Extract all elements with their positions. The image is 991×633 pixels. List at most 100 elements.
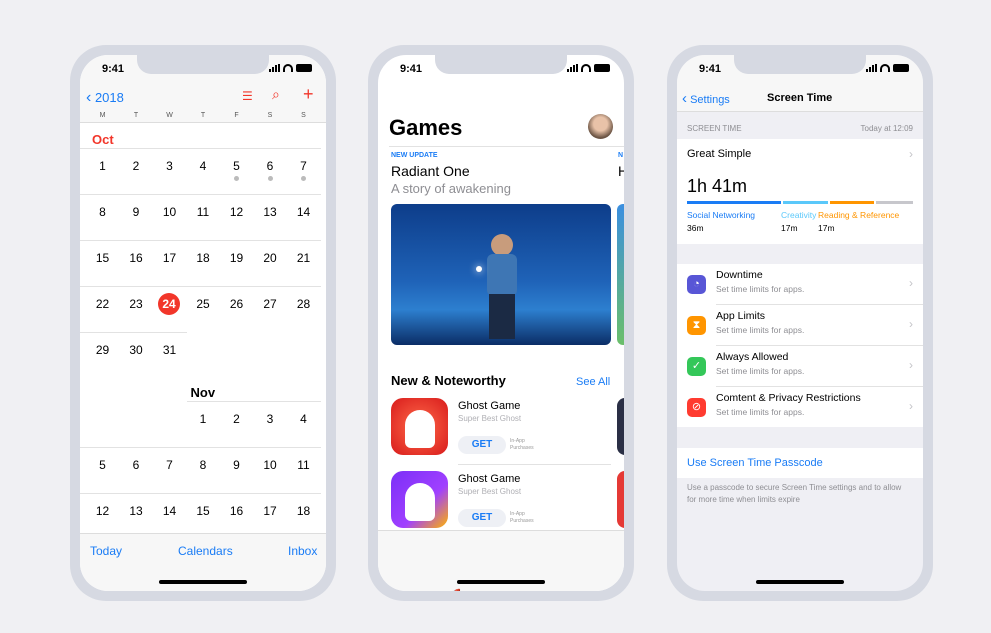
search-icon[interactable]: ⌕ bbox=[272, 86, 280, 103]
day-cell[interactable]: 8 bbox=[86, 205, 119, 219]
day-cell[interactable]: 5 bbox=[220, 159, 253, 173]
day-cell[interactable]: 11 bbox=[187, 205, 220, 219]
item-subtitle: Set time limits for apps. bbox=[716, 325, 805, 335]
list-view-icon[interactable]: ☰ bbox=[242, 89, 253, 103]
appstore-screen: 9:41 Games NEW UPDATE Radiant One A stor… bbox=[378, 55, 624, 591]
weekday-label: T bbox=[200, 112, 206, 119]
home-indicator[interactable] bbox=[159, 580, 247, 584]
passcode-link[interactable]: Use Screen Time Passcode bbox=[687, 457, 823, 469]
day-cell[interactable]: 29 bbox=[86, 343, 119, 357]
see-all-link[interactable]: See All bbox=[576, 376, 610, 388]
hourglass-icon: ⧗ bbox=[687, 316, 706, 335]
day-cell[interactable]: 14 bbox=[153, 504, 186, 518]
day-cell[interactable]: 15 bbox=[187, 504, 220, 518]
day-cell[interactable]: 13 bbox=[254, 205, 287, 219]
day-cell[interactable]: 25 bbox=[187, 297, 220, 311]
day-cell[interactable]: 27 bbox=[254, 297, 287, 311]
page-title: Games bbox=[389, 115, 463, 140]
settings-item[interactable]: ◔ Downtime Set time limits for apps. › bbox=[677, 264, 923, 305]
day-cell[interactable]: 13 bbox=[120, 504, 153, 518]
day-cell[interactable]: 18 bbox=[287, 504, 320, 518]
day-cell[interactable]: 10 bbox=[153, 205, 186, 219]
item-subtitle: Set time limits for apps. bbox=[716, 366, 805, 376]
inbox-button[interactable]: Inbox bbox=[288, 544, 317, 558]
weekday-label: S bbox=[267, 112, 273, 119]
passcode-row[interactable]: Use Screen Time Passcode bbox=[677, 448, 923, 478]
add-icon[interactable]: + bbox=[303, 84, 314, 105]
day-cell[interactable]: 2 bbox=[120, 159, 153, 173]
day-cell[interactable]: 19 bbox=[220, 251, 253, 265]
day-cell[interactable]: 24 bbox=[158, 293, 180, 315]
calendars-button[interactable]: Calendars bbox=[178, 544, 233, 558]
tab-today[interactable]: ▯Today bbox=[383, 589, 423, 591]
settings-item[interactable]: ⊘ Comtent & Privacy Restrictions Set time … bbox=[677, 387, 923, 428]
settings-item[interactable]: ⧗ App Limits Set time limits for apps. › bbox=[677, 305, 923, 346]
day-cell[interactable]: 17 bbox=[254, 504, 287, 518]
day-cell[interactable]: 18 bbox=[187, 251, 220, 265]
day-cell[interactable]: 9 bbox=[120, 205, 153, 219]
day-cell[interactable]: 28 bbox=[287, 297, 320, 311]
feature-artwork[interactable] bbox=[391, 204, 611, 345]
home-indicator[interactable] bbox=[756, 580, 844, 584]
day-cell[interactable]: 30 bbox=[120, 343, 153, 357]
day-cell[interactable]: 23 bbox=[120, 297, 153, 311]
day-cell[interactable]: 26 bbox=[220, 297, 253, 311]
signal-icon bbox=[567, 64, 578, 72]
week-divider bbox=[80, 240, 321, 241]
day-cell[interactable]: 7 bbox=[153, 458, 186, 472]
app-icon[interactable] bbox=[391, 398, 448, 455]
peek-app-icon bbox=[617, 471, 624, 528]
day-cell[interactable]: 12 bbox=[220, 205, 253, 219]
day-cell[interactable]: 14 bbox=[287, 205, 320, 219]
day-cell[interactable]: 16 bbox=[220, 504, 253, 518]
today-button[interactable]: Today bbox=[90, 544, 122, 558]
day-cell[interactable]: 4 bbox=[187, 159, 220, 173]
in-app-note: Purchases bbox=[510, 445, 534, 451]
day-cell[interactable]: 7 bbox=[287, 159, 320, 173]
get-button[interactable]: GET bbox=[458, 509, 506, 527]
avatar[interactable] bbox=[588, 114, 613, 139]
home-indicator[interactable] bbox=[457, 580, 545, 584]
day-cell[interactable]: 10 bbox=[254, 458, 287, 472]
day-cell[interactable]: 16 bbox=[120, 251, 153, 265]
day-cell[interactable]: 21 bbox=[287, 251, 320, 265]
device-name: Great Simple bbox=[687, 148, 752, 160]
day-cell[interactable]: 6 bbox=[254, 159, 287, 173]
get-button[interactable]: GET bbox=[458, 436, 506, 454]
day-cell[interactable]: 2 bbox=[220, 412, 253, 426]
divider bbox=[389, 146, 624, 147]
next-feature-artwork[interactable] bbox=[617, 204, 624, 345]
calendar-screen: 9:41 ‹ 2018 ☰ ⌕ + MTWTFSS Oct 1 2 3 4 5 6 7 8 9 10… bbox=[80, 55, 326, 591]
day-cell[interactable]: 31 bbox=[153, 343, 186, 357]
day-cell[interactable]: 6 bbox=[120, 458, 153, 472]
tab-apps[interactable]: ≋Apps bbox=[481, 589, 521, 591]
day-cell[interactable]: 17 bbox=[153, 251, 186, 265]
day-cell[interactable]: 3 bbox=[153, 159, 186, 173]
chevron-right-icon: › bbox=[909, 147, 913, 161]
day-cell[interactable]: 1 bbox=[187, 412, 220, 426]
day-cell[interactable]: 9 bbox=[220, 458, 253, 472]
back-button[interactable]: ‹ 2018 bbox=[86, 89, 124, 107]
usage-card[interactable]: Great Simple › 1h 41m Social Networking 3… bbox=[677, 139, 923, 244]
day-cell[interactable]: 3 bbox=[254, 412, 287, 426]
day-cell[interactable]: 8 bbox=[187, 458, 220, 472]
settings-item[interactable]: ✓ Always Allowed Set time limits for apps.… bbox=[677, 346, 923, 387]
back-button[interactable]: ‹ Settings bbox=[682, 90, 730, 107]
tab-updates[interactable]: ⇩Updates bbox=[530, 589, 570, 591]
in-app-note: Purchases bbox=[510, 518, 534, 524]
app-icon[interactable] bbox=[391, 471, 448, 528]
day-cell[interactable]: 15 bbox=[86, 251, 119, 265]
day-cell[interactable]: 22 bbox=[86, 297, 119, 311]
day-cell[interactable]: 5 bbox=[86, 458, 119, 472]
day-cell[interactable]: 11 bbox=[287, 458, 320, 472]
weekday-label: S bbox=[301, 112, 306, 119]
day-cell[interactable]: 20 bbox=[254, 251, 287, 265]
month-label: Oct bbox=[92, 132, 114, 147]
day-cell[interactable]: 12 bbox=[86, 504, 119, 518]
category-value: 17m bbox=[818, 223, 835, 233]
day-cell[interactable]: 1 bbox=[86, 159, 119, 173]
tab-games[interactable]: 🚀Games bbox=[432, 589, 472, 591]
tab-search[interactable]: ⌕Search bbox=[579, 589, 619, 591]
day-cell[interactable]: 4 bbox=[287, 412, 320, 426]
status-time: 9:41 bbox=[699, 63, 722, 75]
